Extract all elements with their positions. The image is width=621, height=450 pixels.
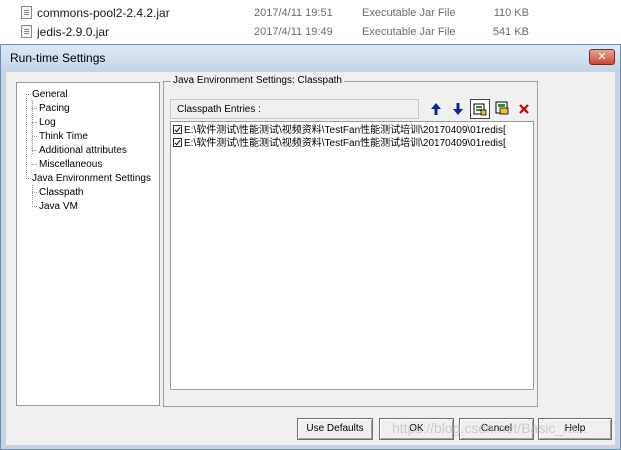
tree-item-log[interactable]: Log (39, 116, 56, 129)
browse-folder-icon (473, 103, 487, 116)
file-date: 2017/4/11 19:51 (254, 7, 333, 19)
tree-item-pacing[interactable]: Pacing (39, 102, 70, 115)
file-name: commons-pool2-2.4.2.jar (37, 6, 170, 20)
classpath-entry[interactable]: E:\软件测试\性能测试\视频资料\TestFan性能测试培训\20170409… (173, 124, 506, 137)
jar-file-icon (21, 6, 32, 19)
close-icon: ✕ (597, 50, 607, 63)
tree-item-think-time[interactable]: Think Time (39, 130, 88, 143)
group-title: Java Environment Settings: Classpath (171, 75, 344, 86)
arrow-up-icon (431, 103, 441, 115)
tree-line (26, 178, 31, 179)
file-size: 110 KB (493, 7, 529, 19)
add-jar-icon (495, 101, 509, 115)
delete-icon (519, 104, 529, 114)
entry-path: E:\软件测试\性能测试\视频资料\TestFan性能测试培训\20170409… (184, 125, 506, 136)
file-row[interactable]: commons-pool2-2.4.2.jar 2017/4/11 19:51 … (0, 3, 621, 22)
tree-item-classpath[interactable]: Classpath (39, 186, 83, 199)
jar-file-icon (21, 25, 32, 38)
tree-line (32, 185, 33, 204)
tree-item-additional-attributes[interactable]: Additional attributes (39, 144, 127, 157)
file-name: jedis-2.9.0.jar (37, 25, 110, 39)
file-row[interactable]: jedis-2.9.0.jar 2017/4/11 19:49 Executab… (0, 22, 621, 41)
file-type: Executable Jar File (362, 26, 456, 38)
entry-checkbox[interactable] (173, 125, 182, 134)
tree-line (32, 206, 37, 207)
tree-item-miscellaneous[interactable]: Miscellaneous (39, 158, 102, 171)
dialog-client: General Pacing Log Think Time Additional… (6, 72, 615, 445)
settings-tree[interactable]: General Pacing Log Think Time Additional… (16, 82, 160, 406)
watermark: https://blog.csdn.net/Basic_ra... (392, 420, 588, 436)
dialog-title: Run-time Settings (10, 51, 106, 65)
entry-checkbox[interactable] (173, 138, 182, 147)
tree-line (26, 94, 31, 95)
file-type: Executable Jar File (362, 7, 456, 19)
runtime-settings-dialog: Run-time Settings ✕ General Pacing Log T… (0, 44, 621, 450)
tree-item-java-vm[interactable]: Java VM (39, 200, 78, 213)
tree-line (32, 122, 37, 123)
tree-item-java-env[interactable]: Java Environment Settings (32, 172, 151, 185)
move-down-button[interactable] (448, 99, 468, 119)
classpath-entry[interactable]: E:\软件测试\性能测试\视频资料\TestFan性能测试培训\20170409… (173, 137, 506, 150)
tree-line (26, 94, 27, 177)
classpath-header-label: Classpath Entries : (177, 104, 261, 115)
classpath-group: Java Environment Settings: Classpath Cla… (163, 75, 538, 407)
file-list: commons-pool2-2.4.2.jar 2017/4/11 19:51 … (0, 0, 621, 44)
close-button[interactable]: ✕ (589, 49, 615, 65)
tree-line (32, 108, 37, 109)
add-jar-button[interactable] (492, 99, 512, 119)
move-up-button[interactable] (426, 99, 446, 119)
file-size: 541 KB (492, 26, 529, 38)
arrow-down-icon (453, 103, 463, 115)
tree-item-general[interactable]: General (32, 88, 68, 101)
classpath-list[interactable]: E:\软件测试\性能测试\视频资料\TestFan性能测试培训\20170409… (170, 121, 534, 390)
tree-line (32, 192, 37, 193)
entry-path: E:\软件测试\性能测试\视频资料\TestFan性能测试培训\20170409… (184, 138, 506, 149)
title-bar[interactable]: Run-time Settings ✕ (1, 45, 620, 71)
tree-line (32, 150, 37, 151)
browse-button[interactable] (470, 99, 490, 119)
delete-entry-button[interactable] (514, 99, 534, 119)
tree-line (32, 136, 37, 137)
file-date: 2017/4/11 19:49 (254, 26, 333, 38)
classpath-header: Classpath Entries : (170, 99, 419, 119)
use-defaults-button[interactable]: Use Defaults (297, 418, 373, 440)
tree-line (32, 164, 37, 165)
